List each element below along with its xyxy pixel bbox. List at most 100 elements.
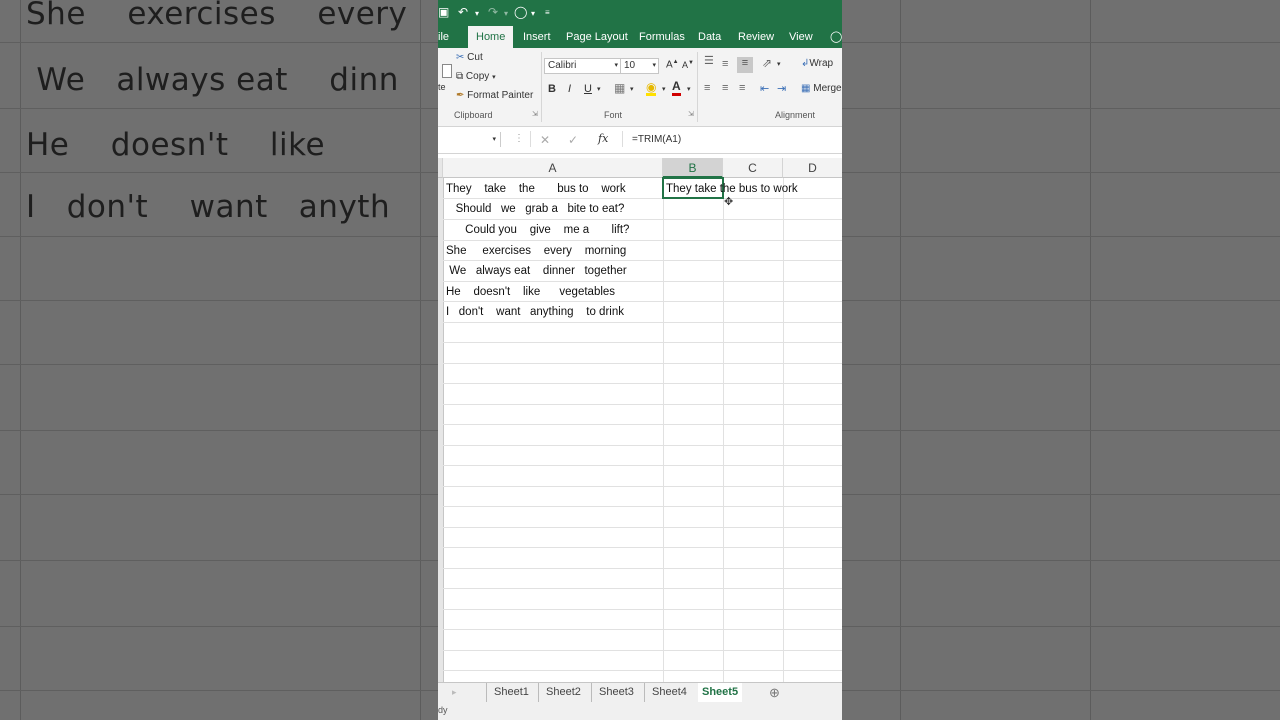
wrap-label: Wrap [809,58,834,69]
lightbulb-icon[interactable]: ◯ [830,26,842,48]
decrease-indent-icon[interactable]: ⇤ [760,82,769,95]
cell-a1[interactable]: They take the bus to work [446,179,626,199]
chevron-down-icon: ▾ [492,136,496,143]
cell-a2[interactable]: Should we grab a bite to eat? [446,199,625,219]
copy-button[interactable]: ⧉ Copy ▾ [456,71,496,82]
sheet-tab-2[interactable]: Sheet2 [538,683,581,702]
align-center-icon[interactable]: ≡ [722,82,728,94]
cut-label: Cut [467,52,483,63]
formula-bar-grip-icon: ⋮ [514,133,524,144]
sheet-tab-5[interactable]: Sheet5 [698,683,743,704]
tab-page-layout[interactable]: Page Layout [566,26,628,48]
sheet-tab-1[interactable]: Sheet1 [486,683,529,702]
cell-a4[interactable]: She exercises every morning [446,241,626,261]
copy-icon: ⧉ [456,71,464,82]
scroll-sheets-icon[interactable]: ▸ [452,683,457,702]
excel-window: ▣ ↶ ▾ ↷ ▾ ◯ ▾ ≡ ile Home Insert Page Lay… [438,0,842,720]
chevron-down-icon: ▾ [652,62,656,69]
cell-a6[interactable]: He doesn't like vegetables [446,282,615,302]
sheet-tab-4[interactable]: Sheet4 [644,683,687,702]
redo-dropdown-icon[interactable]: ▾ [504,9,508,18]
fill-color-icon[interactable]: ◉ [646,81,657,96]
clipboard-launcher-icon[interactable]: ⇲ [532,110,538,118]
bold-button[interactable]: B [548,83,556,95]
format-painter-button[interactable]: ✒ Format Painter [456,90,533,101]
merge-label: Merge [813,83,842,94]
tab-insert[interactable]: Insert [523,26,551,48]
font-launcher-icon[interactable]: ⇲ [688,110,694,118]
clipboard-group-label: Clipboard [454,110,493,120]
customize-qat-icon[interactable]: ≡ [545,8,550,17]
cell-a3[interactable]: Could you give me a lift? [446,220,629,240]
increase-indent-icon[interactable]: ⇥ [777,82,786,95]
column-header-c[interactable]: C [723,158,783,178]
bg-text-2: We always eat dinn [26,62,399,98]
enter-icon[interactable]: ✓ [568,133,578,147]
orientation-icon[interactable]: ⇗ [762,56,772,70]
copy-dropdown-icon[interactable]: ▾ [492,74,496,81]
cursor-move-icon: ✥ [724,196,734,208]
merge-button[interactable]: ▦ Merge [801,83,842,94]
formula-input[interactable]: =TRIM(A1) [632,134,681,145]
shrink-font-button[interactable]: A▼ [682,60,694,70]
cell-a7[interactable]: I don't want anything to drink [446,302,624,322]
scissors-icon: ✂ [456,52,465,63]
paste-button[interactable]: te [438,82,446,92]
cell-a5[interactable]: We always eat dinner together [446,261,627,281]
cancel-icon[interactable]: ✕ [540,133,550,147]
grow-font-button[interactable]: A▲ [666,59,679,70]
font-size-select[interactable]: 10 ▾ [620,58,659,74]
copy-label: Copy [465,71,490,82]
align-right-icon[interactable]: ≡ [739,82,745,94]
chevron-down-icon: ▾ [614,62,618,69]
undo-icon[interactable]: ↶ [458,5,468,19]
shape-icon[interactable]: ◯ [514,5,527,19]
sheet-tab-3[interactable]: Sheet3 [591,683,634,702]
font-name-value: Calibri [548,60,577,71]
status-bar: dy [438,702,842,720]
borders-dropdown-icon[interactable]: ▾ [630,85,634,93]
tab-file[interactable]: ile [438,26,449,48]
redo-icon[interactable]: ↷ [488,5,498,19]
quick-access-toolbar: ▣ ↶ ▾ ↷ ▾ ◯ ▾ ≡ [438,0,842,26]
borders-icon[interactable]: ▦ [614,81,625,95]
orientation-dropdown-icon[interactable]: ▾ [777,60,781,68]
wrap-text-button[interactable]: ↲Wrap [801,58,833,69]
align-middle-icon[interactable]: ≡ [722,58,728,70]
column-header-d[interactable]: D [783,158,842,178]
insert-function-icon[interactable]: fx [598,132,608,145]
tab-formulas[interactable]: Formulas [639,26,685,48]
alignment-group-label: Alignment [775,110,816,120]
undo-dropdown-icon[interactable]: ▾ [475,9,479,18]
font-color-icon[interactable]: A [672,80,681,96]
add-sheet-icon[interactable]: ⊕ [769,683,780,702]
tab-home[interactable]: Home [468,26,514,48]
tab-review[interactable]: Review [738,26,774,48]
align-left-icon[interactable]: ≡ [704,82,710,94]
sheet-tab-bar: ▸ Sheet1 Sheet2 Sheet3 Sheet4 Sheet5 ⊕ [438,682,842,704]
underline-dropdown-icon[interactable]: ▾ [597,85,601,93]
font-size-value: 10 [624,60,636,71]
paste-icon [442,64,452,78]
shape-dropdown-icon[interactable]: ▾ [531,9,535,18]
align-top-icon[interactable]: ☰ [704,54,714,67]
name-box[interactable]: ▾ [438,132,501,147]
font-name-select[interactable]: Calibri ▾ [544,58,621,74]
bg-text-1: She exercises every [26,0,408,32]
row-header-strip[interactable] [438,178,444,682]
tab-data[interactable]: Data [698,26,721,48]
font-color-dropdown-icon[interactable]: ▾ [687,85,691,93]
align-bottom-icon[interactable]: ≡ [737,57,753,73]
formula-bar: ▾ ⋮ ✕ ✓ fx =TRIM(A1) [438,127,842,154]
column-header-b[interactable]: B [663,158,723,178]
save-icon[interactable]: ▣ [438,5,449,19]
cut-button[interactable]: ✂ Cut [456,52,483,63]
tab-view[interactable]: View [789,26,813,48]
underline-button[interactable]: U [584,83,592,95]
format-painter-label: Format Painter [467,90,534,101]
worksheet-grid[interactable]: A B C D They take the bus to work Should… [438,158,842,682]
column-header-a[interactable]: A [443,158,663,178]
merge-icon: ▦ [801,83,811,94]
fill-dropdown-icon[interactable]: ▾ [662,85,666,93]
italic-button[interactable]: I [568,83,571,95]
